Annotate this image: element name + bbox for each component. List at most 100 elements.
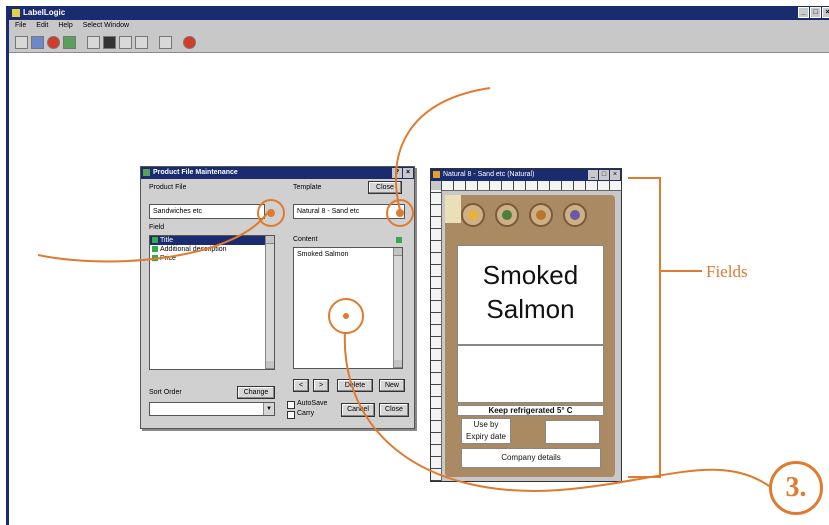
icon-fill <box>502 210 512 220</box>
maximize-icon[interactable]: □ <box>810 7 821 18</box>
storage-field[interactable]: Keep refrigerated 5° C <box>457 405 604 416</box>
binoculars-icon[interactable] <box>103 35 116 49</box>
hotspot-dot <box>267 209 275 217</box>
menu-help[interactable]: Help <box>58 20 72 32</box>
label-designer-window: Natural 8 - Sand etc (Natural) _ □ × Smo… <box>430 168 622 482</box>
dialog-close-icon[interactable]: × <box>403 168 413 178</box>
bowl-icon[interactable] <box>563 203 587 227</box>
close-icon[interactable]: × <box>610 170 620 180</box>
autosave-label: AutoSave <box>297 400 328 407</box>
menu-bar: File Edit Help Select Window <box>9 20 829 32</box>
horizontal-ruler <box>441 181 621 191</box>
dialog-title-bar: Product File Maintenance ? × <box>141 167 414 179</box>
sort-order-select[interactable]: ▼ <box>149 402 275 416</box>
scroll-up-icon[interactable] <box>266 236 274 244</box>
fields-annotation: Fields <box>706 262 748 281</box>
sun-icon[interactable] <box>461 203 485 227</box>
app-title-bar: LabelLogic _ □ × <box>9 6 829 20</box>
close-icon[interactable]: × <box>822 7 829 18</box>
step-badge: 3. <box>769 461 823 515</box>
minimize-icon[interactable]: _ <box>588 170 598 180</box>
menu-file[interactable]: File <box>15 20 26 32</box>
vertical-ruler <box>431 190 442 481</box>
field-list[interactable]: Title Additional description Price <box>149 235 275 370</box>
product-name-line2: Salmon <box>486 294 575 324</box>
window-controls: _ □ × <box>798 7 829 18</box>
cancel-button[interactable]: Cancel <box>341 403 375 417</box>
field-marker <box>152 255 158 261</box>
scroll-down-icon[interactable] <box>394 360 402 368</box>
hotspot-dot <box>396 209 404 217</box>
company-field[interactable]: Company details <box>461 448 601 468</box>
image-icon[interactable] <box>63 35 76 49</box>
target-dot <box>343 313 349 319</box>
maximize-icon[interactable]: □ <box>599 170 609 180</box>
menu-edit[interactable]: Edit <box>36 20 48 32</box>
next-button[interactable]: > <box>313 379 329 392</box>
change-button[interactable]: Change <box>237 386 275 399</box>
zoom-icon[interactable] <box>159 35 172 49</box>
template-hotspot <box>386 199 414 227</box>
dialog-icon <box>143 169 150 176</box>
list-item[interactable]: Additional description <box>150 245 274 254</box>
carry-checkbox[interactable] <box>287 411 295 419</box>
list-item[interactable]: Title <box>150 236 274 245</box>
label-window-title-bar: Natural 8 - Sand etc (Natural) _ □ × <box>431 169 621 181</box>
wheat-icon[interactable] <box>529 203 553 227</box>
previous-button[interactable]: < <box>293 379 309 392</box>
autosave-checkbox[interactable] <box>287 401 295 409</box>
minimize-icon[interactable]: _ <box>798 7 809 18</box>
menu-select-window[interactable]: Select Window <box>83 20 129 32</box>
description-field[interactable] <box>457 345 604 403</box>
icon-fill <box>570 210 580 220</box>
content-label: Content <box>293 236 318 243</box>
label-window-controls: _ □ × <box>588 170 620 180</box>
scroll-down-icon[interactable] <box>266 361 274 369</box>
delete-button[interactable]: Delete <box>337 379 373 392</box>
label-corner <box>445 195 461 223</box>
help-icon[interactable]: ? <box>392 168 402 178</box>
record-icon[interactable] <box>47 35 60 49</box>
field-list-scrollbar[interactable] <box>265 236 274 369</box>
copy-icon[interactable] <box>119 35 132 49</box>
close-button[interactable]: Close <box>379 403 409 417</box>
product-name-line1: Smoked <box>482 260 579 290</box>
label-canvas[interactable]: Smoked Salmon Keep refrigerated 5° C Use… <box>445 195 615 477</box>
content-target-marker <box>328 298 364 334</box>
new-button[interactable]: New <box>379 379 405 392</box>
dialog-title: Product File Maintenance <box>153 169 238 176</box>
grid-icon[interactable] <box>87 35 100 49</box>
content-status-icon <box>396 237 402 243</box>
icon-fill <box>468 210 478 220</box>
icon-fill <box>536 210 546 220</box>
product-file-hotspot <box>257 199 285 227</box>
carry-label: Carry <box>297 410 315 417</box>
product-file-label: Product File <box>149 184 187 191</box>
scroll-up-icon[interactable] <box>394 248 402 256</box>
field-label: Field <box>149 224 165 231</box>
print-icon[interactable] <box>183 35 196 49</box>
open-icon[interactable] <box>31 35 44 49</box>
product-name-field[interactable]: Smoked Salmon <box>457 245 604 345</box>
template-label: Template <box>293 184 322 191</box>
field-marker <box>152 237 158 243</box>
app-icon <box>12 9 20 17</box>
toolbar <box>9 32 829 53</box>
chart-icon[interactable] <box>135 35 148 49</box>
label-window-icon <box>433 171 440 178</box>
sort-order-label: Sort Order <box>149 389 182 396</box>
list-item[interactable]: Price <box>150 254 274 263</box>
content-scrollbar[interactable] <box>393 248 402 368</box>
use-by-line2: Expiry date <box>465 432 507 441</box>
dialog-window-controls: ? × <box>392 168 413 178</box>
expiry-value-field[interactable] <box>545 420 600 444</box>
chevron-down-icon[interactable]: ▼ <box>263 403 274 415</box>
new-icon[interactable] <box>15 35 28 49</box>
product-file-field[interactable]: Sandwiches etc <box>149 204 265 219</box>
template-close-button[interactable]: Close <box>368 181 402 194</box>
use-by-field[interactable]: Use by Expiry date <box>461 418 511 444</box>
content-text: Smoked Salmon <box>297 251 349 258</box>
herb-icon[interactable] <box>495 203 519 227</box>
field-marker <box>152 246 158 252</box>
label-window-title: Natural 8 - Sand etc (Natural) <box>443 171 535 178</box>
